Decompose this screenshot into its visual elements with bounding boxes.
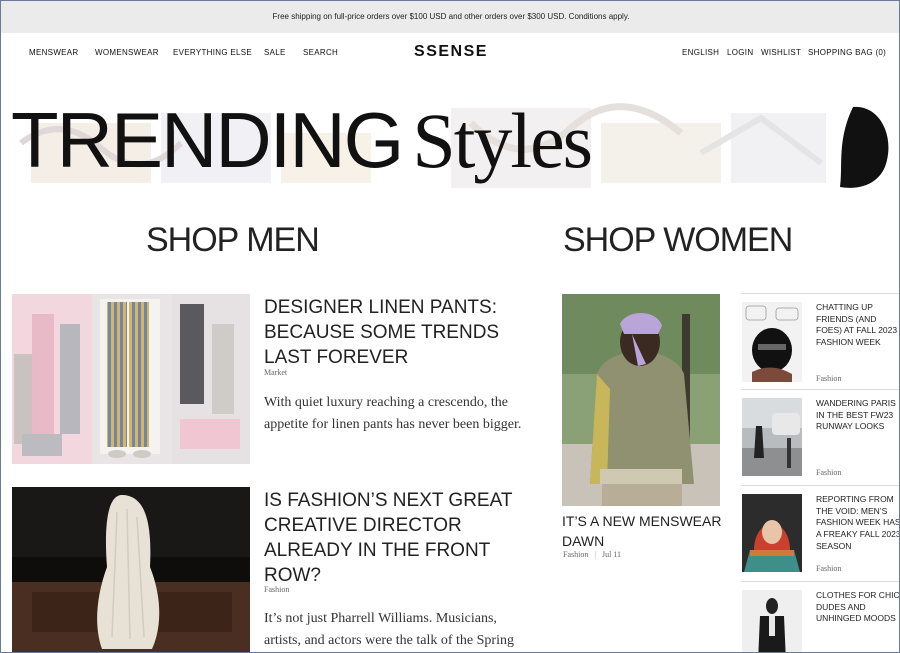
hero-banner[interactable]: TRENDING Styles (1, 93, 899, 203)
sidebar-item-2-tag[interactable]: Fashion (816, 468, 841, 477)
linen-pants-title[interactable]: DESIGNER LINEN PANTS: BECAUSE SOME TREND… (264, 295, 524, 370)
sidebar-item-1-image[interactable] (742, 302, 802, 382)
sidebar-item-2-title[interactable]: WANDERING PARIS IN THE BEST FW23 RUNWAY … (816, 398, 899, 433)
front-row-image[interactable] (12, 487, 250, 652)
nav-menswear[interactable]: MENSWEAR (29, 48, 79, 57)
sidebar-item-3-tag[interactable]: Fashion (816, 564, 841, 573)
shipping-banner-text: Free shipping on full-price orders over … (272, 12, 630, 21)
linen-pants-image[interactable] (12, 294, 250, 464)
sidebar-item-4-image[interactable] (742, 590, 802, 652)
linen-pants-tag[interactable]: Market (264, 368, 287, 377)
menswear-dawn-tag[interactable]: Fashion (563, 550, 588, 559)
nav-shopping-bag[interactable]: SHOPPING BAG (0) (808, 48, 886, 57)
sidebar-item-1[interactable]: CHATTING UP FRIENDS (AND FOES) AT FALL 2… (741, 293, 899, 389)
ssense-logo[interactable]: SSENSE (414, 43, 488, 60)
sidebar-item-1-title[interactable]: CHATTING UP FRIENDS (AND FOES) AT FALL 2… (816, 302, 899, 349)
front-row-tag[interactable]: Fashion (264, 585, 289, 594)
nav-sale[interactable]: SALE (264, 48, 286, 57)
sidebar-item-4-title[interactable]: CLOTHES FOR CHIC DUDES AND UNHINGED MOOD… (816, 590, 899, 625)
sidebar-item-3-title[interactable]: REPORTING FROM THE VOID: MEN’S FASHION W… (816, 494, 899, 553)
front-row-title[interactable]: IS FASHION’S NEXT GREAT CREATIVE DIRECTO… (264, 488, 534, 588)
nav-login[interactable]: LOGIN (727, 48, 753, 57)
top-nav: MENSWEAR WOMENSWEAR EVERYTHING ELSE SALE… (1, 33, 899, 73)
sidebar-item-3-image[interactable] (742, 494, 802, 572)
page: Free shipping on full-price orders over … (0, 0, 900, 653)
nav-search[interactable]: SEARCH (303, 48, 338, 57)
front-row-text: It’s not just Pharrell Williams. Musicia… (264, 611, 514, 648)
sidebar-item-3[interactable]: REPORTING FROM THE VOID: MEN’S FASHION W… (741, 485, 899, 581)
nav-wishlist[interactable]: WISHLIST (761, 48, 801, 57)
nav-everything-else[interactable]: EVERYTHING ELSE (173, 48, 252, 57)
sidebar-item-4[interactable]: CLOTHES FOR CHIC DUDES AND UNHINGED MOOD… (741, 581, 899, 652)
sidebar-item-2-image[interactable] (742, 398, 802, 476)
menswear-dawn-date: Jul 11 (601, 550, 621, 559)
hero-title-serif: Styles (412, 97, 593, 184)
shop-women-heading[interactable]: SHOP WOMEN (563, 221, 793, 260)
menswear-dawn-title[interactable]: IT’S A NEW MENSWEAR DAWN (562, 512, 727, 551)
nav-womenswear[interactable]: WOMENSWEAR (95, 48, 159, 57)
menswear-dawn-meta: Fashion | Jul 11 (563, 550, 621, 559)
sidebar-item-2[interactable]: WANDERING PARIS IN THE BEST FW23 RUNWAY … (741, 389, 899, 485)
sidebar-item-1-tag[interactable]: Fashion (816, 374, 841, 383)
nav-english[interactable]: ENGLISH (682, 48, 719, 57)
shipping-banner: Free shipping on full-price orders over … (1, 1, 899, 33)
hero-title-sans: TRENDING (11, 96, 404, 184)
linen-pants-text: With quiet luxury reaching a crescendo, … (264, 395, 522, 432)
shop-men-heading[interactable]: SHOP MEN (146, 221, 320, 260)
hero-black-brushstroke (840, 106, 889, 188)
menswear-dawn-image[interactable] (562, 294, 720, 506)
hero-title: TRENDING Styles (11, 101, 593, 180)
